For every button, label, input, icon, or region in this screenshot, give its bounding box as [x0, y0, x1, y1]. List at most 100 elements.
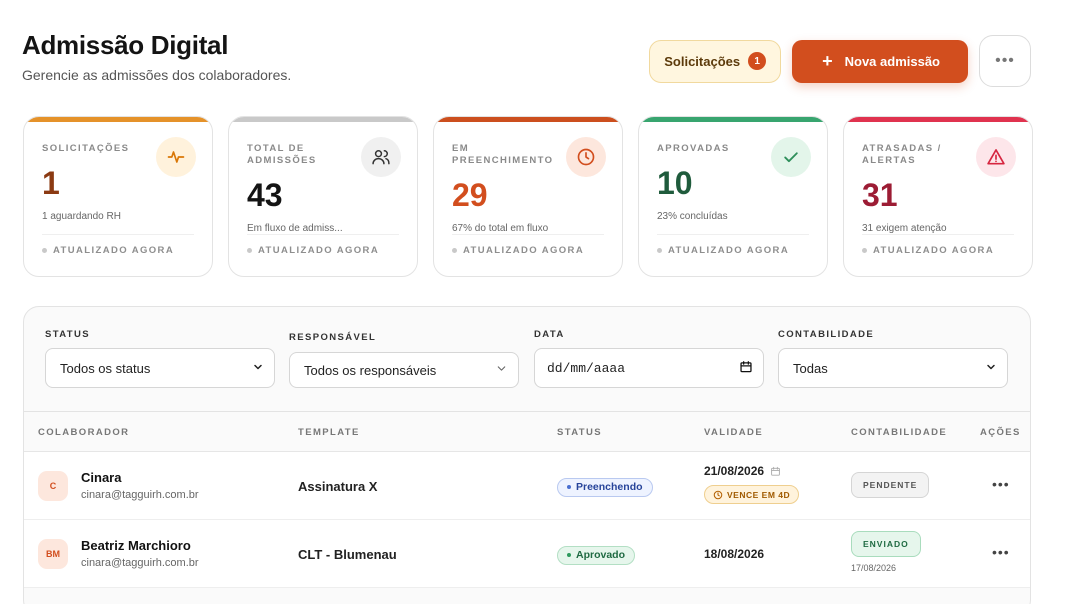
validity-cell: 18/08/2026 — [704, 547, 764, 561]
chevron-down-icon — [252, 361, 264, 376]
users-icon — [361, 137, 401, 177]
status-dot — [657, 248, 662, 253]
card-footer-text: ATUALIZADO AGORA — [53, 245, 175, 256]
card-note: 23% concluídas — [657, 211, 728, 222]
select-value: Todos os responsáveis — [304, 362, 437, 378]
select-value: Todos os status — [60, 360, 151, 376]
card-top-bar — [639, 117, 827, 122]
card-footer: ATUALIZADO AGORA — [42, 234, 194, 256]
employee-info: Cinara cinara@tagguirh.com.br — [81, 470, 199, 501]
page-title: Admissão Digital — [22, 30, 229, 60]
page-header: Admissão Digital Gerencie as admissões d… — [22, 30, 291, 83]
validity-cell: 21/08/2026 VENCE EM 4D — [704, 464, 800, 505]
employee-name: Beatriz Marchioro — [81, 538, 191, 553]
card-total[interactable]: TOTAL DE ADMISSÕES 43 Em fluxo de admiss… — [228, 116, 418, 277]
filter-responsavel: RESPONSÁVEL Todos os responsáveis — [289, 332, 519, 388]
row-actions-button[interactable]: ••• — [992, 476, 1010, 492]
clock-icon — [713, 490, 723, 499]
select-value: Todas — [793, 360, 828, 376]
status-dot — [862, 248, 867, 253]
card-footer: ATUALIZADO AGORA — [247, 234, 399, 256]
accounting-date: 17/08/2026 — [851, 563, 897, 573]
card-footer: ATUALIZADO AGORA — [452, 234, 604, 256]
card-value: 29 — [452, 177, 488, 213]
more-options-button[interactable]: ••• — [979, 35, 1031, 87]
new-admission-button[interactable]: + Nova admissão — [792, 39, 968, 83]
card-solicitacoes[interactable]: SOLICITAÇÕES 1 1 aguardando RH ATUALIZAD… — [23, 116, 213, 277]
calendar-icon — [771, 466, 780, 476]
card-label: APROVADAS — [657, 143, 730, 154]
accounting-badge: PENDENTE — [851, 472, 930, 498]
accounting-badge: ENVIADO — [851, 531, 921, 557]
status-dot — [567, 485, 571, 489]
card-top-bar — [434, 117, 622, 122]
card-footer-text: ATUALIZADO AGORA — [668, 245, 790, 256]
status-select[interactable]: Todos os status — [45, 348, 275, 388]
employee-email: cinara@tagguirh.com.br — [81, 489, 199, 501]
filter-label: RESPONSÁVEL — [289, 332, 377, 343]
accounting-cell: PENDENTE — [851, 472, 930, 498]
validity-date: 18/08/2026 — [704, 547, 765, 561]
card-atrasadas[interactable]: ATRASADAS / ALERTAS 31 31 exigem atenção… — [843, 116, 1033, 277]
card-value: 31 — [862, 177, 898, 213]
accounting-cell: ENVIADO 17/08/2026 — [851, 531, 921, 573]
stat-cards: SOLICITAÇÕES 1 1 aguardando RH ATUALIZAD… — [23, 116, 1033, 277]
filters-bar: STATUS Todos os status RESPONSÁVEL Todos… — [24, 307, 1030, 413]
card-footer: ATUALIZADO AGORA — [657, 234, 809, 256]
responsavel-select[interactable]: Todos os responsáveis — [289, 352, 519, 388]
alert-triangle-icon — [976, 137, 1016, 177]
date-input[interactable]: dd/mm/aaaa — [534, 348, 764, 388]
avatar: BM — [38, 539, 68, 569]
filter-data: DATA dd/mm/aaaa — [534, 329, 764, 388]
card-footer-text: ATUALIZADO AGORA — [463, 245, 585, 256]
column-header[interactable]: CONTABILIDADE — [851, 427, 947, 438]
status-dot — [42, 248, 47, 253]
card-label: TOTAL DE ADMISSÕES — [247, 143, 317, 166]
column-header: AÇÕES — [980, 427, 1021, 438]
row-actions-button[interactable]: ••• — [992, 544, 1010, 560]
activity-icon — [156, 137, 196, 177]
card-preenchimento[interactable]: EM PREENCHIMENTO 29 67% do total em flux… — [433, 116, 623, 277]
check-icon — [771, 137, 811, 177]
filter-label: DATA — [534, 329, 565, 340]
requests-label: Solicitações — [664, 53, 741, 69]
validity-date-text: 21/08/2026 — [704, 464, 765, 478]
status-text: Preenchendo — [576, 481, 643, 493]
card-aprovadas[interactable]: APROVADAS 10 23% concluídas ATUALIZADO A… — [638, 116, 828, 277]
card-top-bar — [24, 117, 212, 122]
validity-date: 21/08/2026 — [704, 464, 799, 478]
new-admission-label: Nova admissão — [844, 53, 940, 69]
card-note: 31 exigem atenção — [862, 223, 947, 234]
card-top-bar — [229, 117, 417, 122]
employee-name: Cinara — [81, 470, 122, 485]
table-row[interactable]: C Cinara cinara@tagguirh.com.br Assinatu… — [24, 452, 1030, 520]
card-footer-text: ATUALIZADO AGORA — [873, 245, 995, 256]
card-label: EM PREENCHIMENTO — [452, 143, 554, 166]
card-note: Em fluxo de admiss... — [247, 223, 343, 234]
card-label: ATRASADAS / ALERTAS — [862, 143, 942, 166]
admissions-panel: STATUS Todos os status RESPONSÁVEL Todos… — [23, 306, 1031, 604]
status-dot — [247, 248, 252, 253]
card-note: 67% do total em fluxo — [452, 223, 549, 234]
chevron-down-icon — [985, 361, 997, 376]
template-name: CLT - Blumenau — [298, 547, 397, 562]
employee-email: cinara@tagguirh.com.br — [81, 557, 199, 569]
column-header[interactable]: TEMPLATE — [298, 427, 360, 438]
date-placeholder: dd/mm/aaaa — [547, 360, 626, 376]
requests-button[interactable]: Solicitações 1 — [649, 39, 782, 83]
column-header[interactable]: COLABORADOR — [38, 427, 129, 438]
page-subtitle: Gerencie as admissões dos colaboradores. — [22, 67, 292, 83]
status-text: Aprovado — [576, 549, 626, 561]
contabilidade-select[interactable]: Todas — [778, 348, 1008, 388]
more-icon: ••• — [995, 52, 1015, 69]
column-header[interactable]: VALIDADE — [704, 427, 763, 438]
admissions-table: COLABORADOR TEMPLATE STATUS VALIDADE CON… — [24, 411, 1030, 588]
status-dot — [567, 553, 571, 557]
card-footer-text: ATUALIZADO AGORA — [258, 245, 380, 256]
plus-icon: + — [822, 51, 833, 71]
calendar-icon[interactable] — [739, 360, 753, 377]
filter-label: STATUS — [45, 329, 90, 340]
table-row[interactable]: BM Beatriz Marchioro cinara@tagguirh.com… — [24, 520, 1030, 588]
header-actions: Solicitações 1 + Nova admissão ••• — [649, 35, 1031, 87]
column-header[interactable]: STATUS — [557, 427, 602, 438]
